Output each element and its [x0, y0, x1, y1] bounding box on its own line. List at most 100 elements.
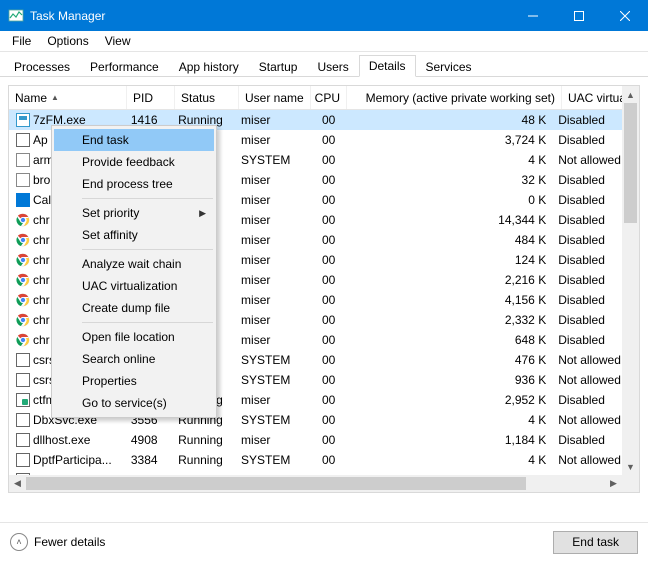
- context-menu: End task Provide feedback End process tr…: [51, 125, 217, 418]
- cm-end-process-tree[interactable]: End process tree: [54, 173, 214, 195]
- process-cpu: 00: [306, 393, 342, 407]
- cm-set-affinity[interactable]: Set affinity: [54, 224, 214, 246]
- scroll-right-icon[interactable]: ▶: [605, 475, 622, 492]
- process-name: chr: [33, 273, 50, 287]
- process-memory: 0 K: [341, 193, 552, 207]
- process-memory: 1,184 K: [341, 433, 552, 447]
- end-task-button[interactable]: End task: [553, 531, 638, 554]
- chrome-icon: [15, 312, 31, 328]
- process-uac: Disabled: [552, 193, 622, 207]
- horizontal-scrollbar[interactable]: ◀ ▶: [9, 475, 639, 492]
- menu-options[interactable]: Options: [41, 33, 94, 49]
- process-pid: 4908: [125, 433, 172, 447]
- col-header-user[interactable]: User name: [239, 86, 311, 109]
- process-cpu: 00: [306, 113, 342, 127]
- process-uac: Disabled: [552, 333, 622, 347]
- process-memory: 4 K: [341, 413, 552, 427]
- menu-view[interactable]: View: [99, 33, 137, 49]
- process-user: SYSTEM: [235, 453, 306, 467]
- cm-go-to-services[interactable]: Go to service(s): [54, 392, 214, 414]
- tab-startup[interactable]: Startup: [249, 56, 308, 77]
- process-user: SYSTEM: [235, 353, 306, 367]
- menu-file[interactable]: File: [6, 33, 37, 49]
- table-row[interactable]: DptfParticipa...3384RunningSYSTEM004 KNo…: [9, 450, 622, 470]
- process-memory: 3,724 K: [341, 133, 552, 147]
- process-cpu: 00: [306, 253, 342, 267]
- cm-create-dump-file[interactable]: Create dump file: [54, 297, 214, 319]
- process-uac: Disabled: [552, 173, 622, 187]
- process-name: Cal: [33, 193, 51, 207]
- col-header-memory[interactable]: Memory (active private working set): [347, 86, 562, 109]
- scroll-thumb-v[interactable]: [624, 103, 637, 223]
- chrome-icon: [15, 232, 31, 248]
- fewer-details-button[interactable]: ˄ Fewer details: [10, 533, 105, 551]
- process-name: dllhost.exe: [33, 433, 90, 447]
- cm-analyze-wait-chain[interactable]: Analyze wait chain: [54, 253, 214, 275]
- process-name: chr: [33, 333, 50, 347]
- cm-end-task[interactable]: End task: [54, 129, 214, 151]
- process-memory: 2,332 K: [341, 313, 552, 327]
- process-uac: Disabled: [552, 393, 622, 407]
- process-memory: 648 K: [341, 333, 552, 347]
- process-user: miser: [235, 273, 306, 287]
- vertical-scrollbar[interactable]: ▲ ▼: [622, 86, 639, 475]
- tab-performance[interactable]: Performance: [80, 56, 169, 77]
- tab-processes[interactable]: Processes: [4, 56, 80, 77]
- tab-services[interactable]: Services: [416, 56, 482, 77]
- process-cpu: 00: [306, 433, 342, 447]
- col-header-status[interactable]: Status: [175, 86, 239, 109]
- tab-details[interactable]: Details: [359, 55, 416, 77]
- app-generic-icon: [15, 372, 31, 388]
- scroll-up-icon[interactable]: ▲: [622, 86, 639, 103]
- app-generic-icon: [15, 452, 31, 468]
- process-user: SYSTEM: [235, 153, 306, 167]
- cm-provide-feedback[interactable]: Provide feedback: [54, 151, 214, 173]
- process-name: chr: [33, 253, 50, 267]
- process-uac: Disabled: [552, 253, 622, 267]
- process-user: SYSTEM: [235, 413, 306, 427]
- chrome-icon: [15, 332, 31, 348]
- table-row[interactable]: dllhost.exe4908Runningmiser001,184 KDisa…: [9, 430, 622, 450]
- col-header-pid[interactable]: PID: [127, 86, 175, 109]
- process-uac: Not allowed: [552, 413, 622, 427]
- process-memory: 32 K: [341, 173, 552, 187]
- process-memory: 484 K: [341, 233, 552, 247]
- chevron-up-icon: ˄: [10, 533, 28, 551]
- scroll-thumb-h[interactable]: [26, 477, 526, 490]
- process-cpu: 00: [306, 373, 342, 387]
- process-uac: Not allowed: [552, 153, 622, 167]
- process-uac: Disabled: [552, 213, 622, 227]
- process-memory: 2,216 K: [341, 273, 552, 287]
- process-uac: Not allowed: [552, 373, 622, 387]
- tab-users[interactable]: Users: [307, 56, 358, 77]
- app-generic-icon: [15, 432, 31, 448]
- process-user: miser: [235, 213, 306, 227]
- process-cpu: 00: [306, 333, 342, 347]
- process-name: chr: [33, 213, 50, 227]
- minimize-button[interactable]: [510, 0, 556, 31]
- close-button[interactable]: [602, 0, 648, 31]
- cm-search-online[interactable]: Search online: [54, 348, 214, 370]
- process-pid: 3384: [125, 453, 172, 467]
- process-cpu: 00: [306, 193, 342, 207]
- scroll-left-icon[interactable]: ◀: [9, 475, 26, 492]
- cm-uac-virtualization[interactable]: UAC virtualization: [54, 275, 214, 297]
- process-cpu: 00: [306, 213, 342, 227]
- tabstrip: Processes Performance App history Startu…: [0, 52, 648, 77]
- cm-properties[interactable]: Properties: [54, 370, 214, 392]
- process-cpu: 00: [306, 413, 342, 427]
- scroll-down-icon[interactable]: ▼: [622, 458, 639, 475]
- process-cpu: 00: [306, 293, 342, 307]
- process-name: chr: [33, 233, 50, 247]
- process-status: Running: [172, 453, 235, 467]
- process-uac: Disabled: [552, 293, 622, 307]
- col-header-cpu[interactable]: CPU: [311, 86, 347, 109]
- cm-set-priority[interactable]: Set priority▶: [54, 202, 214, 224]
- tab-app-history[interactable]: App history: [169, 56, 249, 77]
- col-header-name[interactable]: Name▲: [9, 86, 127, 109]
- process-uac: Disabled: [552, 233, 622, 247]
- process-user: miser: [235, 293, 306, 307]
- cm-open-file-location[interactable]: Open file location: [54, 326, 214, 348]
- maximize-button[interactable]: [556, 0, 602, 31]
- app-generic-icon: [15, 152, 31, 168]
